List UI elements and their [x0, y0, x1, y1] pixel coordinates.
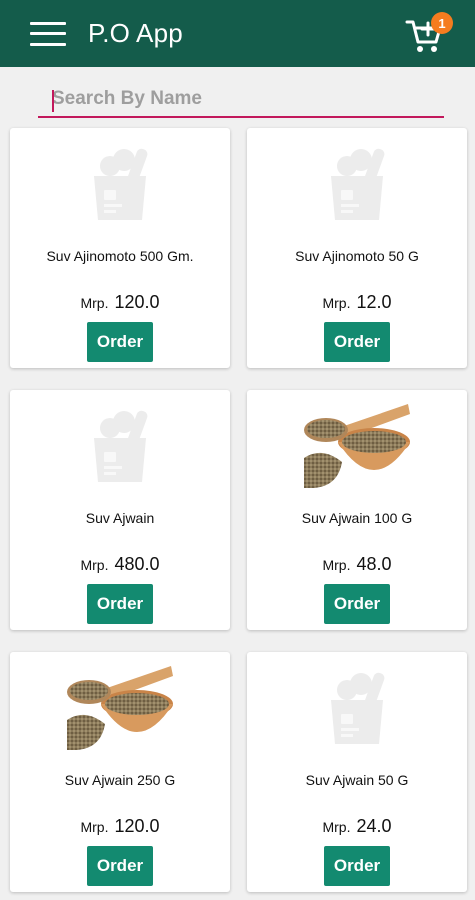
product-card[interactable]: Suv Ajwain 50 G Mrp. 24.0 Order — [247, 652, 467, 892]
cart-count-badge: 1 — [431, 12, 453, 34]
mrp-label: Mrp. — [80, 557, 109, 573]
price-value: 48.0 — [356, 554, 392, 574]
price-value: 120.0 — [114, 292, 160, 312]
grocery-bag-placeholder-icon — [304, 664, 410, 752]
mrp-label: Mrp. — [80, 819, 109, 835]
cart-button[interactable]: 1 — [405, 12, 453, 56]
order-button[interactable]: Order — [87, 846, 153, 886]
grocery-bag-placeholder-icon — [67, 402, 173, 490]
order-button[interactable]: Order — [324, 322, 390, 362]
product-name: Suv Ajinomoto 500 Gm. — [46, 248, 194, 264]
app-title: P.O App — [88, 18, 183, 48]
grocery-bag-placeholder-icon — [304, 140, 410, 228]
product-name: Suv Ajwain 50 G — [305, 772, 409, 788]
product-card[interactable]: Suv Ajwain 100 G Mrp. 48.0 Order — [247, 390, 467, 630]
order-button[interactable]: Order — [324, 846, 390, 886]
order-button[interactable]: Order — [87, 322, 153, 362]
hamburger-menu-icon[interactable] — [30, 21, 66, 46]
product-image — [67, 664, 173, 752]
product-card[interactable]: Suv Ajinomoto 500 Gm. Mrp. 120.0 Order — [10, 128, 230, 368]
price-value: 24.0 — [356, 816, 392, 836]
price-value: 12.0 — [356, 292, 392, 312]
product-image — [304, 402, 410, 490]
price-value: 480.0 — [114, 554, 160, 574]
grocery-bag-placeholder-icon — [67, 140, 173, 228]
product-grid: Suv Ajinomoto 500 Gm. Mrp. 120.0 Order Suv … — [10, 128, 467, 892]
product-name: Suv Ajinomoto 50 G — [295, 248, 419, 264]
mrp-label: Mrp. — [322, 819, 351, 835]
mrp-label: Mrp. — [80, 295, 109, 311]
product-price: Mrp. 12.0 — [247, 292, 467, 313]
product-name: Suv Ajwain 100 G — [301, 510, 413, 526]
product-card[interactable]: Suv Ajwain 250 G Mrp. 120.0 Order — [10, 652, 230, 892]
product-price: Mrp. 120.0 — [10, 292, 230, 313]
app-bar: P.O App 1 — [0, 0, 475, 67]
search-input[interactable] — [38, 82, 444, 118]
product-price: Mrp. 48.0 — [247, 554, 467, 575]
product-price: Mrp. 480.0 — [10, 554, 230, 575]
product-card[interactable]: Suv Ajwain Mrp. 480.0 Order — [10, 390, 230, 630]
text-cursor — [52, 90, 54, 112]
price-value: 120.0 — [114, 816, 160, 836]
product-card[interactable]: Suv Ajinomoto 50 G Mrp. 12.0 Order — [247, 128, 467, 368]
search-bar — [38, 82, 444, 120]
mrp-label: Mrp. — [322, 557, 351, 573]
product-price: Mrp. 24.0 — [247, 816, 467, 837]
product-name: Suv Ajwain — [85, 510, 155, 526]
product-price: Mrp. 120.0 — [10, 816, 230, 837]
order-button[interactable]: Order — [87, 584, 153, 624]
order-button[interactable]: Order — [324, 584, 390, 624]
mrp-label: Mrp. — [322, 295, 351, 311]
product-name: Suv Ajwain 250 G — [64, 772, 176, 788]
